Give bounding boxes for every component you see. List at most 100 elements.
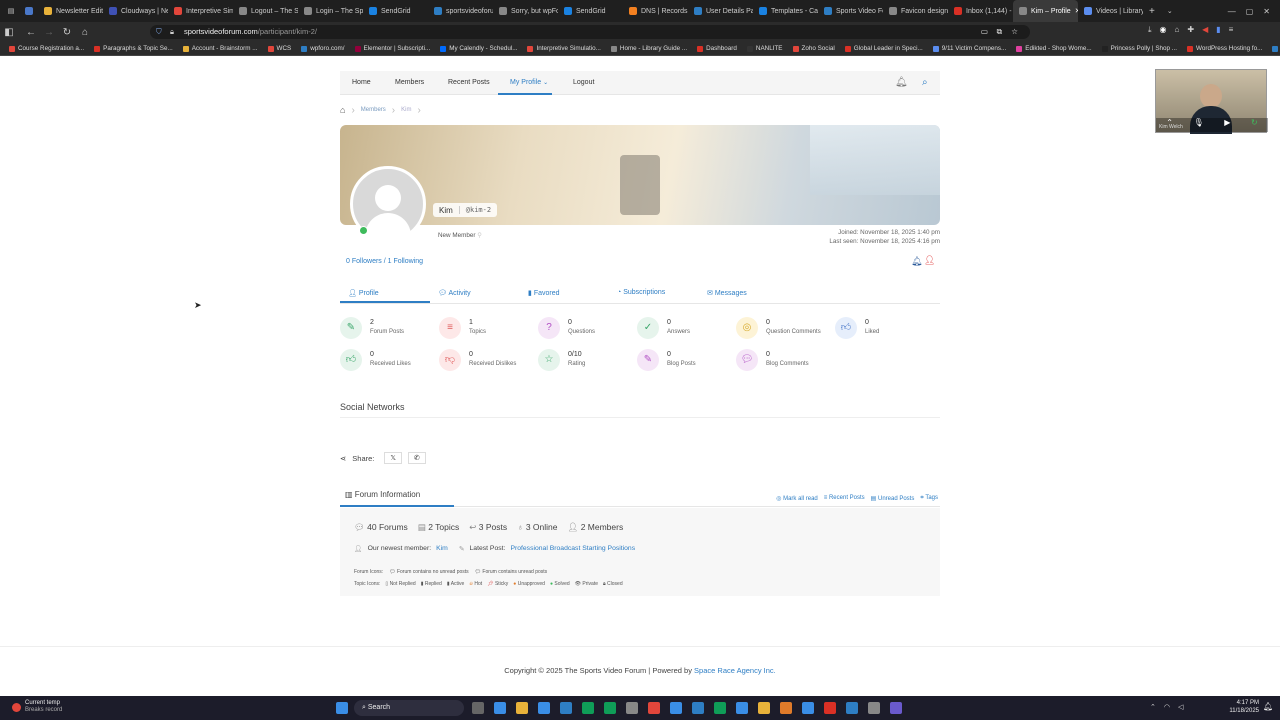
app-menu-icon[interactable]: ≡ bbox=[1229, 25, 1234, 35]
browser-tab[interactable]: Favicon design : bbox=[883, 0, 948, 22]
mark-all-read-link[interactable]: ◎ Mark all read bbox=[776, 495, 818, 502]
lock-icon[interactable]: 🔒︎ bbox=[170, 25, 174, 39]
taskbar-app-icon[interactable] bbox=[648, 702, 660, 714]
browser-tab[interactable]: SendGrid bbox=[363, 0, 428, 22]
nav-recent-posts[interactable]: Recent Posts bbox=[448, 71, 490, 95]
nav-my-profile[interactable]: My Profile ⌄ bbox=[498, 71, 552, 95]
bookmark-item[interactable]: Account - Brainstorm ... bbox=[178, 45, 263, 52]
browser-tab[interactable]: Cloudways | Ne bbox=[103, 0, 168, 22]
bookmark-item[interactable]: Dashboard bbox=[692, 45, 742, 52]
browser-tab[interactable]: Inbox (1,144) - s bbox=[948, 0, 1013, 22]
browser-menu-icon[interactable]: ▤ bbox=[0, 0, 22, 22]
extension-icon[interactable]: ◀ bbox=[1202, 25, 1208, 35]
taskbar-app-icon[interactable] bbox=[626, 702, 638, 714]
refresh-icon[interactable]: ↻ bbox=[1251, 118, 1258, 132]
volume-icon[interactable]: ◁ bbox=[1178, 703, 1183, 711]
browser-tab[interactable]: Sports Video Fo bbox=[818, 0, 883, 22]
extension-icon[interactable]: ▮ bbox=[1216, 25, 1220, 35]
tab-list-icon[interactable]: ⌄ bbox=[1161, 0, 1179, 22]
taskbar-app-icon[interactable] bbox=[736, 702, 748, 714]
camera-icon[interactable]: ▶ bbox=[1224, 118, 1230, 132]
bookmark-item[interactable]: Course Registration a... bbox=[4, 45, 89, 52]
pip-icon[interactable]: ⧉ bbox=[997, 25, 1002, 39]
bookmark-item[interactable]: NANLITE bbox=[742, 45, 788, 52]
reload-icon[interactable]: ↻ bbox=[58, 27, 76, 38]
bookmark-item[interactable]: 9/11 Victim Compens... bbox=[928, 45, 1012, 52]
bookmark-item[interactable]: Interpretive Simulatio... bbox=[522, 45, 605, 52]
tab-profile[interactable]: 👤︎ Profile bbox=[340, 289, 430, 303]
bookmark-item[interactable]: WordPress Hosting fo... bbox=[1182, 45, 1267, 52]
taskbar-app-icon[interactable] bbox=[890, 702, 902, 714]
taskbar-search[interactable]: ⌕ Search bbox=[354, 700, 464, 716]
notify-bell-icon[interactable]: 🔔︎ bbox=[911, 256, 922, 267]
bookmark-item[interactable]: Free Text to Speech O... bbox=[1267, 45, 1280, 52]
home-icon[interactable]: ⌂ bbox=[76, 27, 94, 38]
taskbar-app-icon[interactable] bbox=[868, 702, 880, 714]
sidebar-icon[interactable]: ◧ bbox=[0, 27, 18, 38]
browser-tab[interactable]: User Details Pan bbox=[688, 0, 753, 22]
bookmark-item[interactable]: My Calendly - Schedul... bbox=[435, 45, 522, 52]
unread-posts-link[interactable]: ▤ Unread Posts bbox=[871, 495, 915, 502]
back-icon[interactable]: ← bbox=[22, 27, 40, 38]
browser-tab[interactable]: Login – The Spo bbox=[298, 0, 363, 22]
tab-group-icon[interactable] bbox=[22, 0, 38, 22]
follow-counts[interactable]: 0 Followers / 1 Following bbox=[346, 258, 423, 265]
extension-icon[interactable]: ◉ bbox=[1160, 25, 1167, 35]
bookmark-item[interactable]: Elementor | Subscripti... bbox=[350, 45, 436, 52]
breadcrumb-members[interactable]: Members bbox=[361, 107, 386, 113]
taskbar-app-icon[interactable] bbox=[538, 702, 550, 714]
recent-posts-link[interactable]: ≡ Recent Posts bbox=[824, 495, 865, 502]
clock[interactable]: 4:17 PM 11/18/2025 bbox=[1205, 699, 1259, 715]
close-window-icon[interactable]: ✕ bbox=[1263, 7, 1270, 16]
taskbar-app-icon[interactable] bbox=[582, 702, 594, 714]
bookmark-item[interactable]: Home - Library Guide ... bbox=[606, 45, 692, 52]
bookmark-item[interactable]: Global Leader in Speci... bbox=[840, 45, 928, 52]
tray-overflow-icon[interactable]: ⌃ bbox=[1150, 703, 1156, 711]
url-field[interactable]: ⛉ 🔒︎ sportsvideoforum.com/participant/ki… bbox=[150, 25, 1030, 39]
browser-tab[interactable]: Templates - Can bbox=[753, 0, 818, 22]
forward-icon[interactable]: → bbox=[40, 27, 58, 38]
taskbar-app-icon[interactable] bbox=[802, 702, 814, 714]
taskbar-app-icon[interactable] bbox=[494, 702, 506, 714]
taskbar-app-icon[interactable] bbox=[824, 702, 836, 714]
nav-members[interactable]: Members bbox=[395, 71, 424, 95]
new-tab-button[interactable]: + bbox=[1143, 0, 1161, 22]
latest-post-link[interactable]: Professional Broadcast Starting Position… bbox=[510, 545, 635, 553]
nav-logout[interactable]: Logout bbox=[573, 71, 594, 95]
browser-tab[interactable]: Interpretive Sim bbox=[168, 0, 233, 22]
taskbar-app-icon[interactable] bbox=[604, 702, 616, 714]
taskbar-app-icon[interactable] bbox=[780, 702, 792, 714]
download-icon[interactable]: ⤓ bbox=[1148, 25, 1152, 35]
browser-tab[interactable]: Videos | Library bbox=[1078, 0, 1143, 22]
bookmark-item[interactable]: WCS bbox=[263, 45, 297, 52]
browser-tab[interactable]: DNS | Records | bbox=[623, 0, 688, 22]
taskbar-app-icon[interactable] bbox=[516, 702, 528, 714]
bookmark-item[interactable]: Princess Polly | Shop ... bbox=[1097, 45, 1182, 52]
bookmark-item[interactable]: Edikted - Shop Wome... bbox=[1011, 45, 1096, 52]
nav-home[interactable]: Home bbox=[352, 71, 371, 95]
browser-tab[interactable]: Newsletter Edit bbox=[38, 0, 103, 22]
whatsapp-share-icon[interactable]: ✆ bbox=[408, 452, 426, 464]
puzzle-icon[interactable]: ✚ bbox=[1187, 25, 1194, 35]
taskbar-app-icon[interactable] bbox=[560, 702, 572, 714]
taskbar-app-icon[interactable] bbox=[714, 702, 726, 714]
shield-icon[interactable]: ⛉ bbox=[156, 25, 162, 39]
tab-messages[interactable]: ✉︎ Messages bbox=[707, 289, 747, 303]
footer-link[interactable]: Space Race Agency Inc. bbox=[694, 666, 776, 675]
tags-link[interactable]: ⌗ Tags bbox=[920, 495, 938, 502]
wifi-icon[interactable]: ◠ bbox=[1164, 703, 1170, 711]
browser-tab[interactable]: SendGrid bbox=[558, 0, 623, 22]
bookmark-item[interactable]: Paragraphs & Topic Se... bbox=[89, 45, 178, 52]
minimize-icon[interactable]: — bbox=[1228, 7, 1236, 16]
follow-user-icon[interactable]: 👤︎ bbox=[924, 255, 935, 266]
search-icon[interactable]: ⌕ bbox=[922, 71, 928, 95]
x-share-icon[interactable]: 𝕏 bbox=[384, 452, 403, 464]
start-icon[interactable] bbox=[336, 702, 348, 714]
taskbar-app-icon[interactable] bbox=[846, 702, 858, 714]
notification-icon[interactable]: 🔔︎ bbox=[1263, 702, 1273, 711]
extension-icon[interactable]: ⌂ bbox=[1175, 25, 1180, 35]
taskbar-app-icon[interactable] bbox=[670, 702, 682, 714]
browser-tab[interactable]: Sorry, but wpFor bbox=[493, 0, 558, 22]
home-icon[interactable]: ⌂ bbox=[340, 105, 345, 115]
breadcrumb-kim[interactable]: Kim bbox=[401, 107, 411, 113]
